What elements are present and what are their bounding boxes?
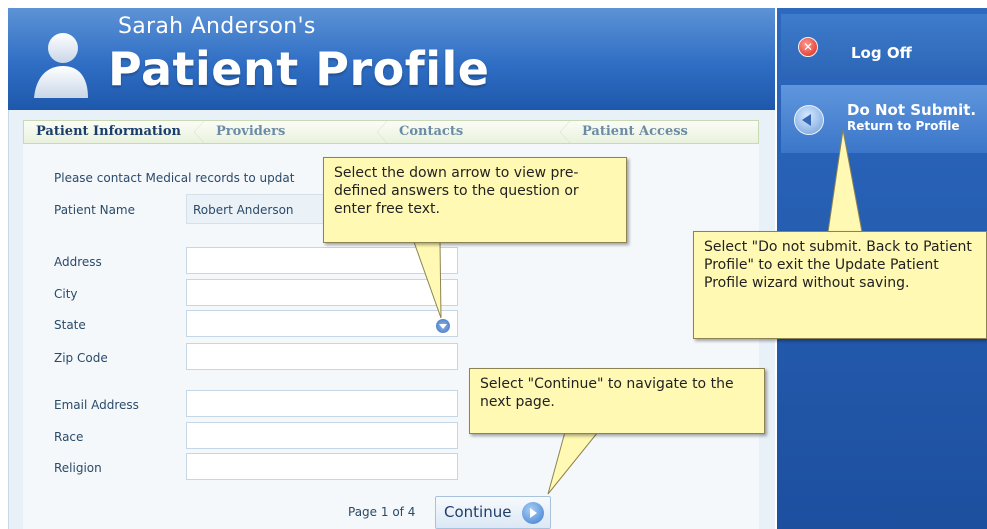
records-notice: Please contact Medical records to updat — [54, 171, 295, 185]
close-icon: ✕ — [798, 37, 818, 57]
return-to-profile-label: Return to Profile — [847, 119, 960, 133]
header-banner: Sarah Anderson's Patient Profile — [8, 8, 775, 110]
zip-code-input[interactable] — [186, 343, 458, 370]
religion-input[interactable] — [186, 453, 458, 480]
page-title: Patient Profile — [108, 42, 490, 96]
address-input[interactable] — [186, 247, 458, 274]
tab-patient-access[interactable]: Patient Access — [570, 121, 758, 143]
arrow-right-icon — [522, 502, 544, 524]
wizard-tabs: Patient Information Providers Contacts P… — [23, 120, 759, 144]
arrow-left-icon — [794, 105, 824, 135]
zip-code-label: Zip Code — [54, 351, 108, 365]
tab-contacts[interactable]: Contacts — [387, 121, 570, 143]
callout-dropdown-tip: Select the down arrow to view pre-define… — [323, 157, 627, 243]
page-indicator: Page 1 of 4 — [348, 505, 416, 519]
callout-continue-tip: Select "Continue" to navigate to the nex… — [469, 368, 765, 434]
city-label: City — [54, 287, 78, 301]
do-not-submit-button[interactable]: Do Not Submit. Return to Profile — [781, 85, 987, 153]
continue-button[interactable]: Continue — [435, 496, 551, 529]
log-off-button[interactable]: ✕ Log Off — [781, 14, 987, 80]
religion-label: Religion — [54, 461, 102, 475]
city-input[interactable] — [186, 279, 458, 306]
tab-patient-information[interactable]: Patient Information — [24, 121, 204, 143]
header-user-name: Sarah Anderson's — [118, 14, 316, 39]
user-avatar-icon — [34, 33, 88, 98]
continue-label: Continue — [444, 503, 512, 521]
race-input[interactable] — [186, 422, 458, 449]
email-field[interactable] — [186, 390, 458, 417]
address-label: Address — [54, 255, 102, 269]
patient-name-label: Patient Name — [54, 203, 135, 217]
state-select[interactable] — [186, 310, 458, 337]
callout-do-not-submit-tip: Select "Do not submit. Back to Patient P… — [693, 231, 987, 339]
do-not-submit-label: Do Not Submit. — [847, 101, 977, 119]
state-label: State — [54, 318, 86, 332]
chevron-down-icon[interactable] — [436, 319, 450, 333]
log-off-label: Log Off — [851, 44, 912, 62]
tab-providers[interactable]: Providers — [204, 121, 387, 143]
email-label: Email Address — [54, 398, 139, 412]
race-label: Race — [54, 430, 84, 444]
